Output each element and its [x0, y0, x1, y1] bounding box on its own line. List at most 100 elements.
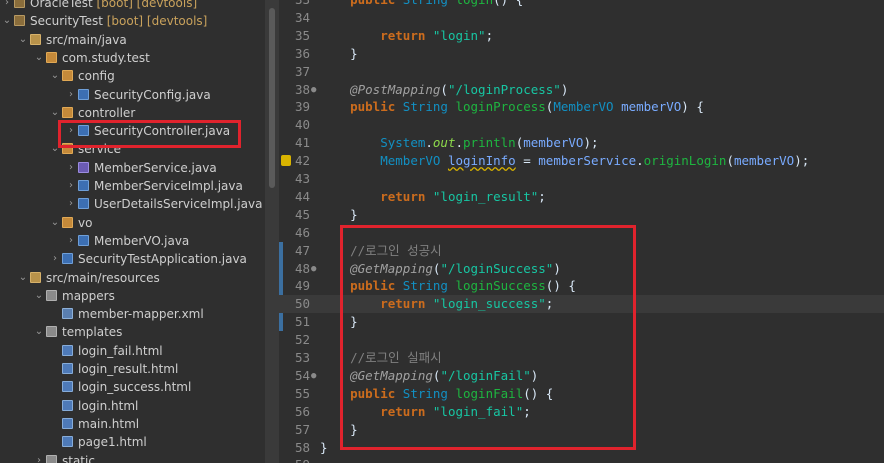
chevron-right-icon[interactable]: › — [66, 122, 76, 140]
fold-marker-icon[interactable]: ● — [311, 81, 319, 99]
tree-item[interactable]: › SecurityController.java — [0, 122, 265, 140]
code-text: public String loginProcess(MemberVO memb… — [350, 99, 704, 115]
tree-item[interactable]: ⌄ controller — [0, 104, 265, 122]
code-line[interactable]: 40 — [279, 116, 884, 134]
package-icon — [62, 70, 73, 82]
chevron-down-icon[interactable]: ⌄ — [50, 67, 60, 85]
chevron-down-icon[interactable]: ⌄ — [34, 287, 44, 305]
fold-marker-icon[interactable]: ● — [311, 367, 319, 385]
tree-item-label: mappers — [62, 288, 115, 303]
tree-item[interactable]: ⌄ SecurityTest [boot] [devtools] — [0, 12, 265, 30]
java-file-icon — [78, 198, 89, 210]
tree-item-label: service — [78, 142, 121, 157]
tree-item[interactable]: main.html — [0, 415, 265, 433]
code-line[interactable]: 55 public String loginFail() { — [279, 385, 884, 403]
tree-item[interactable]: member-mapper.xml — [0, 305, 265, 323]
chevron-down-icon[interactable]: ⌄ — [50, 140, 60, 158]
code-line[interactable]: 35 return "login"; — [279, 27, 884, 45]
package-icon — [62, 106, 73, 118]
tree-item[interactable]: ⌄ src/main/resources — [0, 269, 265, 287]
code-line[interactable]: 57 } — [279, 421, 884, 439]
chevron-right-icon[interactable]: › — [50, 250, 60, 268]
tree-item[interactable]: ⌄ mappers — [0, 287, 265, 305]
code-line[interactable]: 52 — [279, 331, 884, 349]
chevron-down-icon[interactable]: ⌄ — [34, 49, 44, 67]
code-line[interactable]: 46 — [279, 224, 884, 242]
tree-item[interactable]: login_fail.html — [0, 342, 265, 360]
code-text: MemberVO loginInfo = memberService.origi… — [380, 153, 810, 169]
tree-item[interactable]: › SecurityTestApplication.java — [0, 250, 265, 268]
code-line[interactable]: 34 — [279, 9, 884, 27]
code-line[interactable]: 48 ● @GetMapping("/loginSuccess") — [279, 260, 884, 278]
chevron-right-icon[interactable]: › — [66, 159, 76, 177]
explorer-scrollbar-thumb[interactable] — [269, 8, 275, 188]
chevron-down-icon[interactable]: ⌄ — [50, 214, 60, 232]
code-line[interactable]: 53 //로그인 실패시 — [279, 349, 884, 367]
line-number: 37 — [294, 63, 310, 79]
tree-item[interactable]: page1.html — [0, 433, 265, 451]
chevron-down-icon[interactable]: ⌄ — [18, 31, 28, 49]
chevron-right-icon[interactable]: › — [34, 452, 44, 463]
chevron-right-icon[interactable]: › — [66, 195, 76, 213]
tree-item[interactable]: login_result.html — [0, 360, 265, 378]
code-line[interactable]: 38 ● @PostMapping("/loginProcess") — [279, 81, 884, 99]
folder-icon — [46, 454, 57, 463]
code-line[interactable]: 43 — [279, 170, 884, 188]
tree-item[interactable]: ⌄ src/main/java — [0, 31, 265, 49]
chevron-down-icon[interactable]: ⌄ — [18, 269, 28, 287]
line-number: 46 — [294, 224, 310, 240]
tree-item[interactable]: › OracleTest [boot] [devtools] — [0, 0, 265, 12]
chevron-down-icon[interactable]: ⌄ — [34, 323, 44, 341]
chevron-down-icon[interactable]: ⌄ — [50, 104, 60, 122]
code-text: } — [320, 45, 358, 61]
tree-item-label: templates — [62, 325, 123, 340]
tree-item[interactable]: › MemberService.java — [0, 159, 265, 177]
code-text: @GetMapping("/loginFail") — [350, 367, 539, 383]
code-line[interactable]: 47 //로그인 성공시 — [279, 242, 884, 260]
line-number: 38 — [294, 81, 310, 97]
chevron-right-icon[interactable]: › — [66, 86, 76, 104]
tree-item[interactable]: › static — [0, 452, 265, 463]
code-line[interactable]: 37 — [279, 63, 884, 81]
tree-item[interactable]: › MemberVO.java — [0, 232, 265, 250]
code-line[interactable]: 36 } — [279, 45, 884, 63]
chevron-down-icon[interactable]: ⌄ — [2, 12, 12, 30]
code-line[interactable]: 41 System.out.println(memberVO); — [279, 134, 884, 152]
code-editor[interactable]: 33 public String login() {3435 return "l… — [279, 0, 884, 463]
tree-item[interactable]: ⌄ templates — [0, 323, 265, 341]
fold-marker-icon[interactable]: ● — [311, 260, 319, 278]
code-line[interactable]: 50 return "login_success"; — [279, 295, 884, 314]
tree-item[interactable]: › MemberServiceImpl.java — [0, 177, 265, 195]
code-line[interactable]: 33 public String login() { — [279, 0, 884, 9]
warning-icon[interactable] — [281, 155, 291, 167]
chevron-right-icon[interactable]: › — [2, 0, 12, 12]
code-text: } — [320, 421, 358, 437]
tree-item-label: page1.html — [78, 435, 147, 450]
code-line[interactable]: 39 public String loginProcess(MemberVO m… — [279, 98, 884, 116]
tree-item-label: OracleTest [boot] [devtools] — [30, 0, 197, 12]
tree-item[interactable]: ⌄ com.study.test — [0, 49, 265, 67]
tree-item[interactable]: login_success.html — [0, 378, 265, 396]
tree-item-label: login_result.html — [78, 362, 179, 376]
tree-item[interactable]: ⌄ vo — [0, 214, 265, 232]
tree-item[interactable]: ⌄ service — [0, 140, 265, 158]
tree-item[interactable]: › SecurityConfig.java — [0, 86, 265, 104]
tree-item-label: SecurityTest [boot] [devtools] — [30, 14, 208, 29]
code-line[interactable]: 59 — [279, 456, 884, 463]
chevron-right-icon[interactable]: › — [66, 232, 76, 250]
code-line[interactable]: 56 return "login_fail"; — [279, 403, 884, 421]
tree-item[interactable]: ⌄ config — [0, 67, 265, 85]
code-line[interactable]: 54 ● @GetMapping("/loginFail") — [279, 367, 884, 385]
code-line[interactable]: 45 } — [279, 206, 884, 224]
tree-item[interactable]: login.html — [0, 397, 265, 415]
tree-item-label: MemberService.java — [94, 160, 217, 175]
code-line[interactable]: 51 } — [279, 313, 884, 331]
code-line[interactable]: 49 public String loginSuccess() { — [279, 277, 884, 295]
chevron-right-icon[interactable]: › — [66, 177, 76, 195]
tree-item-label: member-mapper.xml — [78, 307, 204, 322]
tree-item-label: com.study.test — [62, 50, 150, 65]
code-line[interactable]: 44 return "login_result"; — [279, 188, 884, 206]
code-line[interactable]: 58} — [279, 439, 884, 457]
tree-item[interactable]: › UserDetailsServiceImpl.java — [0, 195, 265, 213]
code-line[interactable]: 42 MemberVO loginInfo = memberService.or… — [279, 152, 884, 170]
